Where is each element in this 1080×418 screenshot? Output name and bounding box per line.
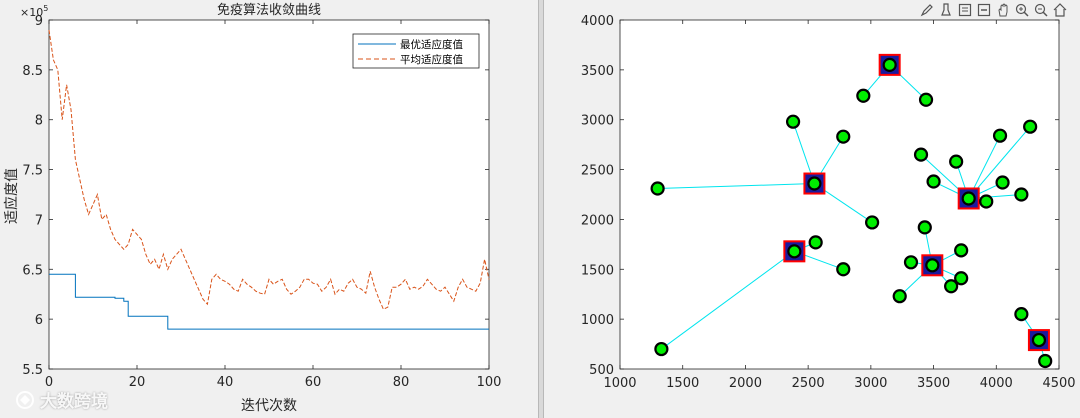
data-point — [1031, 332, 1047, 348]
convergence-chart: 免疫算法收敛曲线 0 20 40 60 80 1005.566.577.588.59 迭代… — [3, 2, 502, 414]
data-point — [961, 191, 976, 206]
cluster-scatter-chart: 1000 1500 2000 2500 3000 3500 4000 450050010001… — [581, 14, 1076, 391]
data-point — [836, 262, 851, 277]
data-point — [836, 129, 851, 144]
legend-label-average: 平均适应度值 — [400, 53, 463, 66]
watermark-text: 大数跨境 — [40, 392, 108, 412]
legend: 最优适应度值 平均适应度值 — [352, 33, 480, 69]
data-point — [865, 215, 880, 230]
chart-title: 免疫算法收敛曲线 — [217, 2, 321, 17]
data-point — [1014, 307, 1029, 322]
plot-area — [48, 19, 490, 370]
brush-icon[interactable] — [937, 1, 954, 18]
x-tick-label: 1500 — [666, 376, 699, 391]
x-tick-label: 3000 — [854, 376, 887, 391]
zoom-out-icon[interactable] — [1032, 1, 1049, 18]
data-point — [1014, 187, 1029, 202]
x-tick-label: 2000 — [729, 376, 762, 391]
y-tick-label: 2000 — [581, 213, 614, 228]
x-tick-label: 4000 — [980, 376, 1013, 391]
data-point — [926, 174, 941, 189]
data-point — [650, 181, 665, 196]
x-tick-label: 100 — [477, 375, 502, 390]
data-point — [808, 235, 823, 250]
data-point — [944, 279, 959, 294]
x-tick-label: 20 — [129, 375, 146, 390]
figure-toolbar — [918, 1, 1068, 18]
y-tick-label: 6.5 — [22, 263, 43, 278]
x-tick-label: 40 — [217, 375, 234, 390]
y-tick-label: 3000 — [581, 114, 614, 129]
y-tick-label: 5.5 — [22, 363, 43, 378]
data-point — [913, 147, 929, 162]
y-tick-label: 7.5 — [22, 164, 43, 179]
y-tick-label: 4000 — [581, 14, 614, 29]
home-restore-view-icon[interactable] — [1051, 1, 1068, 18]
data-point — [1038, 353, 1053, 369]
data-point — [925, 258, 940, 273]
y-tick-label: 6 — [35, 313, 43, 328]
y-axis-label: 适应度值 — [3, 168, 20, 224]
left-figure-panel: 免疫算法收敛曲线 0 20 40 60 80 100 5.5 6 6.5 7 7.5 8 8.5 9 迭代… — [0, 0, 538, 418]
y-tick-label: 8.5 — [22, 64, 43, 79]
y-tick-label: 7 — [35, 213, 43, 228]
y-tick-label: 1500 — [581, 263, 614, 278]
insert-colorbar-icon[interactable] — [975, 1, 992, 18]
data-point — [882, 57, 897, 72]
data-point — [785, 114, 801, 129]
x-tick-label: 60 — [305, 375, 322, 390]
data-point — [1023, 119, 1038, 134]
legend-label-best: 最优适应度值 — [400, 38, 463, 51]
data-point — [949, 154, 964, 169]
x-tick-label: 2500 — [792, 376, 825, 391]
data-point — [918, 92, 934, 107]
x-tick-label: 80 — [393, 375, 410, 390]
y-exponent-label: ×105 — [20, 4, 48, 19]
data-point — [856, 88, 871, 103]
watermark: 大数跨境 — [14, 387, 108, 412]
data-point — [807, 176, 822, 191]
x-tick-label: 4500 — [1042, 376, 1075, 391]
watermark-logo-icon — [16, 390, 34, 409]
data-point — [995, 175, 1010, 190]
y-tick-label: 8 — [35, 114, 43, 129]
data-point — [654, 341, 669, 357]
x-tick-label: 3500 — [917, 376, 950, 391]
data-point — [954, 243, 969, 258]
data-point — [903, 255, 919, 270]
y-tick-label: 3500 — [581, 64, 614, 79]
x-axis-label: 迭代次数 — [241, 398, 297, 414]
x-tick-label: 1000 — [603, 376, 636, 391]
y-tick-label: 2500 — [581, 164, 614, 179]
data-point — [892, 289, 907, 304]
data-point — [917, 220, 932, 235]
data-point — [992, 128, 1008, 143]
y-tick-label: 500 — [589, 363, 614, 378]
right-figure-panel: 1000 1500 2000 2500 3000 3500 4000 4500 500 1000 1… — [544, 0, 1080, 418]
data-point — [787, 244, 802, 259]
y-tick-label: 1000 — [581, 313, 614, 328]
zoom-in-icon[interactable] — [1013, 1, 1030, 18]
insert-legend-icon[interactable] — [956, 1, 973, 18]
edit-plot-icon[interactable] — [918, 1, 935, 18]
data-point — [979, 194, 994, 209]
plot-area — [619, 19, 1060, 370]
pan-hand-icon[interactable] — [994, 1, 1011, 18]
